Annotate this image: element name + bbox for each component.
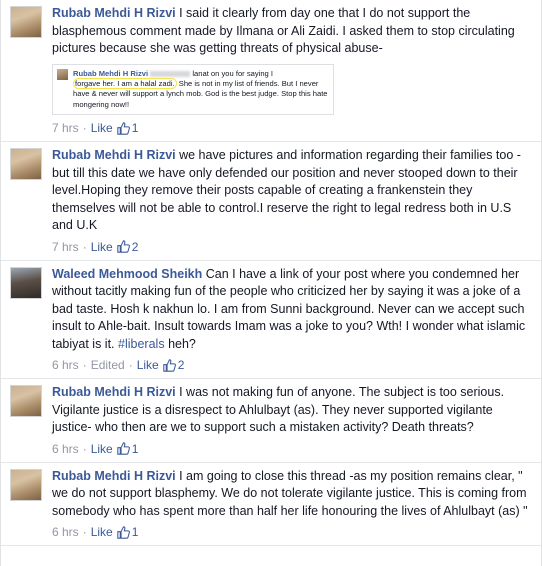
like-count-value: 1 (131, 121, 139, 136)
comment: Rubab Mehdi H Rizvi I am going to close … (1, 463, 541, 547)
comment-body: Rubab Mehdi H Rizvi I said it clearly fr… (52, 5, 535, 137)
comment-author-link[interactable]: Rubab Mehdi H Rizvi (52, 148, 176, 162)
redacted-text (150, 70, 191, 77)
comment-body: Rubab Mehdi H Rizvi I am going to close … (52, 468, 535, 542)
separator: · (82, 239, 87, 254)
separator: · (82, 121, 87, 136)
embedded-text-before: lanat on you for saying I (192, 68, 273, 78)
thumbs-up-icon (116, 240, 130, 253)
comment-body: Rubab Mehdi H Rizvi we have pictures and… (52, 147, 535, 256)
like-button[interactable]: Like (91, 119, 113, 137)
like-count-value: 2 (131, 239, 139, 254)
timestamp[interactable]: 7 hrs (52, 238, 79, 256)
like-button[interactable]: Like (91, 440, 113, 458)
comment-author-link[interactable]: Rubab Mehdi H Rizvi (52, 6, 176, 20)
like-count[interactable]: 2 (163, 356, 185, 374)
comment-author-link[interactable]: Rubab Mehdi H Rizvi (52, 385, 176, 399)
edited-label[interactable]: Edited (91, 356, 125, 374)
like-count-value: 2 (177, 358, 185, 373)
comment-meta: 6 hrs · Like 1 (52, 523, 535, 541)
highlighted-text: forgave her. I am a halal zadi. (73, 77, 177, 89)
comment-meta: 6 hrs · Edited · Like 2 (52, 356, 535, 374)
comment-meta: 6 hrs · Like 1 (52, 440, 535, 458)
separator: · (82, 441, 87, 456)
thumbs-up-icon (116, 525, 130, 539)
like-button[interactable]: Like (137, 356, 159, 374)
like-button[interactable]: Like (91, 523, 113, 541)
avatar (57, 68, 68, 80)
comment-author-link[interactable]: Waleed Mehmood Sheikh (52, 267, 202, 281)
separator: · (82, 525, 87, 540)
comment: Rubab Mehdi H Rizvi I said it clearly fr… (1, 0, 541, 143)
thumbs-up-icon (163, 358, 176, 372)
timestamp[interactable]: 6 hrs (52, 523, 79, 541)
comment-text-end: heh? (168, 336, 196, 351)
embedded-screenshot-text: Rubab Mehdi H Rizvi lanat on you for say… (73, 69, 329, 111)
like-count-value: 1 (131, 525, 139, 540)
comment: Rubab Mehdi H Rizvi I was not making fun… (1, 379, 541, 463)
separator: · (128, 358, 133, 373)
avatar[interactable] (10, 266, 42, 299)
avatar[interactable] (10, 6, 42, 38)
embedded-author: Rubab Mehdi H Rizvi (73, 68, 149, 78)
hashtag-link[interactable]: #liberals (118, 337, 165, 351)
timestamp[interactable]: 6 hrs (52, 356, 79, 374)
timestamp[interactable]: 7 hrs (52, 119, 79, 137)
like-count[interactable]: 1 (116, 440, 139, 458)
comment-body: Rubab Mehdi H Rizvi I was not making fun… (52, 384, 535, 458)
avatar[interactable] (10, 148, 42, 181)
avatar[interactable] (10, 385, 42, 418)
like-count-value: 1 (131, 441, 139, 456)
comment-author-link[interactable]: Rubab Mehdi H Rizvi (52, 469, 176, 483)
avatar[interactable] (10, 468, 42, 501)
comment-meta: 7 hrs · Like 1 (52, 119, 535, 137)
separator: · (82, 358, 87, 373)
comment: Waleed Mehmood Sheikh Can I have a link … (1, 261, 541, 380)
like-button[interactable]: Like (91, 238, 113, 256)
like-count[interactable]: 1 (116, 523, 139, 541)
embedded-screenshot[interactable]: Rubab Mehdi H Rizvi lanat on you for say… (52, 63, 334, 116)
comment-thread: Rubab Mehdi H Rizvi I said it clearly fr… (0, 0, 542, 566)
like-count[interactable]: 2 (116, 238, 139, 256)
thumbs-up-icon (116, 121, 130, 135)
comment-body: Waleed Mehmood Sheikh Can I have a link … (52, 266, 535, 375)
comment-meta: 7 hrs · Like 2 (52, 238, 535, 256)
thumbs-up-icon (116, 442, 130, 455)
timestamp[interactable]: 6 hrs (52, 440, 79, 458)
comment: Rubab Mehdi H Rizvi we have pictures and… (1, 142, 541, 261)
like-count[interactable]: 1 (116, 119, 139, 137)
